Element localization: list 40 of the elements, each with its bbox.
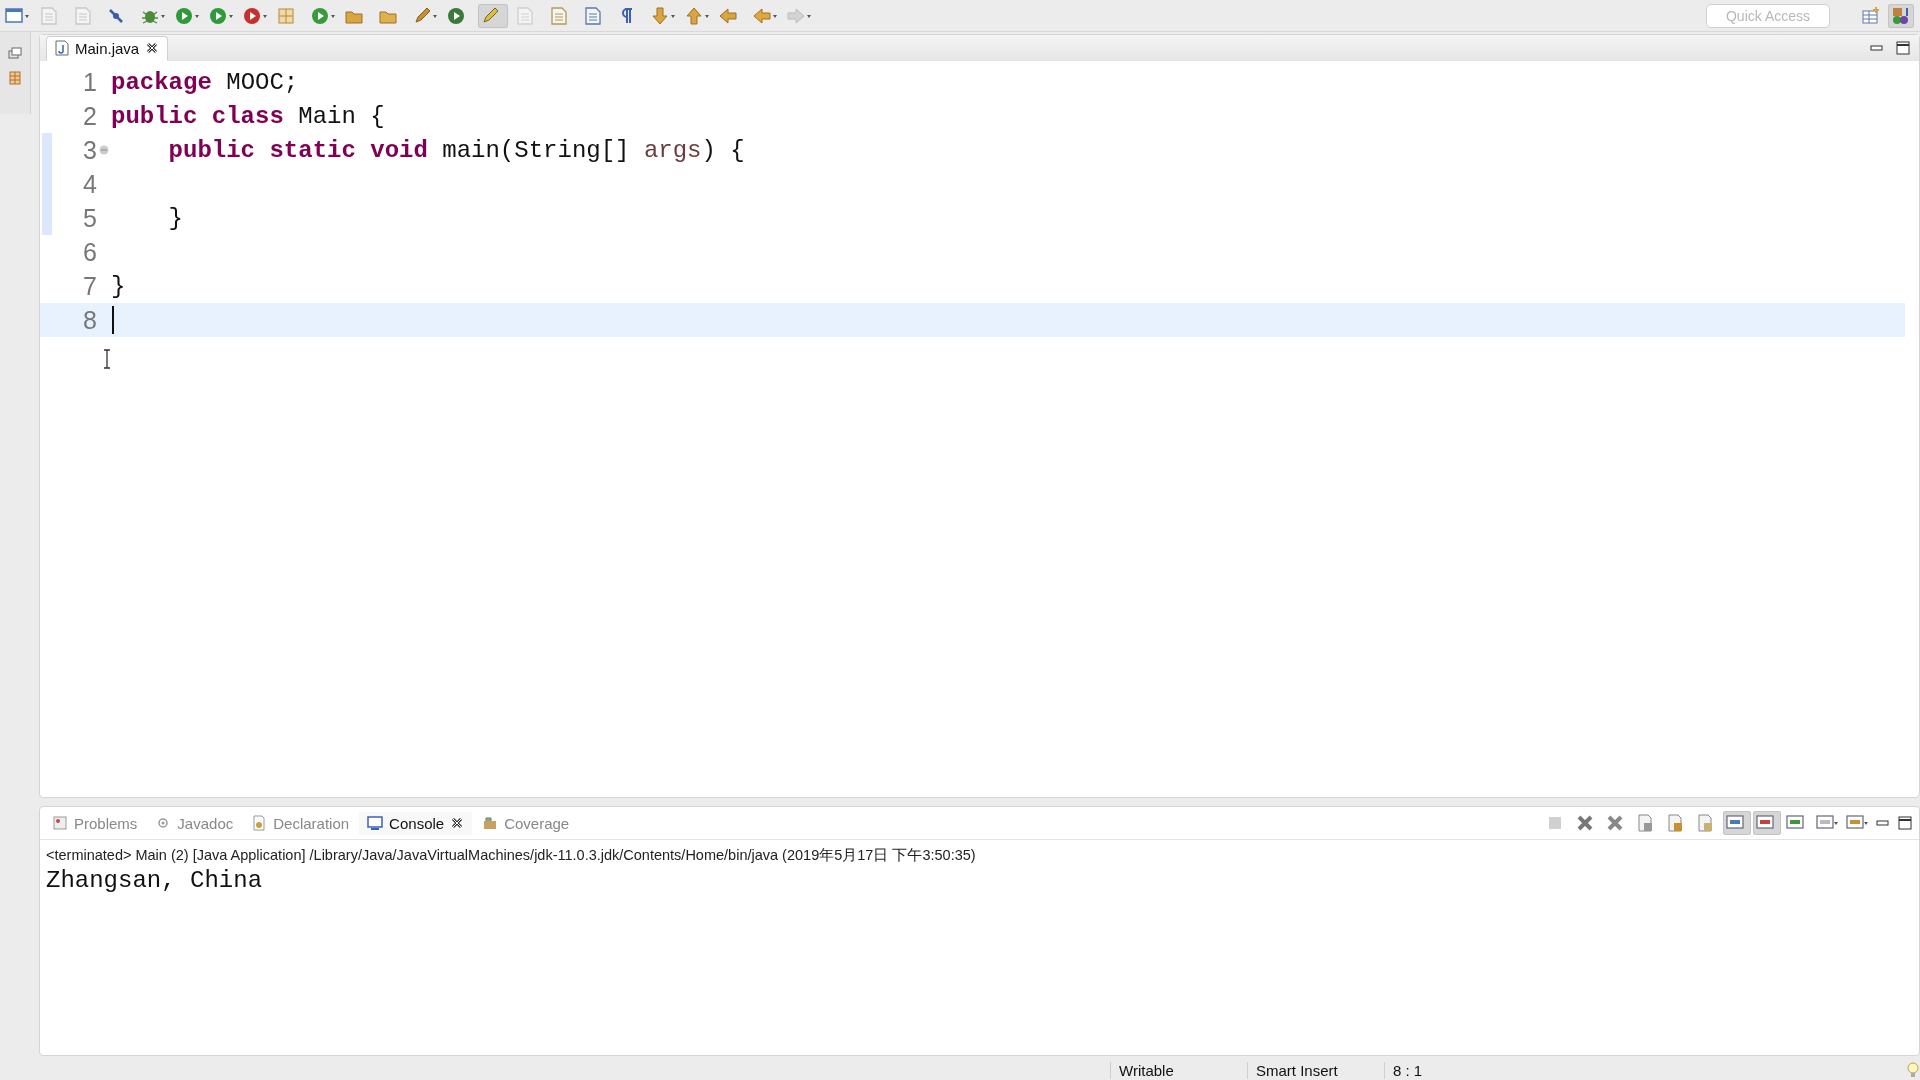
line-number: 4 [82, 169, 97, 199]
status-item: Writable [1110, 1061, 1247, 1079]
console-icon [367, 815, 384, 831]
problems-icon [52, 815, 68, 831]
line-number: 2 [82, 101, 97, 131]
console-output: Zhangsan, China [45, 866, 264, 896]
line-number: 8 [82, 305, 97, 335]
quick-access-field[interactable]: Quick Access [1706, 3, 1830, 28]
java-file-icon [55, 40, 69, 56]
view-tab[interactable]: Coverage [474, 811, 578, 835]
lightbulb-icon [1906, 1061, 1920, 1079]
view-tab[interactable]: Declaration [243, 811, 358, 835]
restore-icon[interactable] [5, 44, 25, 62]
view-tab[interactable]: Console [359, 811, 473, 835]
line-number: 6 [82, 237, 97, 267]
console-header: <terminated> Main (2) [Java Application] /Library/Java/JavaVirtualMachines/jdk-11.0.3.jdk/Contents/Home/bin/java (2019年5月17日 下午3:50:35) [45, 846, 977, 865]
code-line: } [111, 272, 126, 300]
text-cursor [112, 306, 114, 334]
code-line: public class Main { [111, 102, 385, 130]
i-beam-cursor-icon [102, 349, 112, 369]
status-item: 8 : 1 [1384, 1061, 1521, 1079]
close-icon[interactable] [145, 41, 160, 55]
line-number: 3 [82, 135, 97, 165]
fold-toggle-icon[interactable] [99, 145, 109, 155]
status-item: Smart Insert [1247, 1061, 1384, 1079]
code-line: } [167, 204, 183, 232]
monitor-icon[interactable] [1723, 811, 1751, 835]
line-number: 5 [82, 203, 97, 233]
code-line: public static void main(String[] args) { [167, 136, 745, 164]
editor-tab[interactable]: Main.java [46, 35, 169, 61]
maximize-icon[interactable] [1895, 813, 1915, 833]
line-number: 7 [82, 271, 97, 301]
monitor-icon[interactable] [1753, 811, 1781, 835]
view-tab[interactable]: Javadoc [147, 811, 242, 835]
highlighter-icon[interactable] [478, 3, 508, 28]
view-tab[interactable]: Problems [44, 811, 146, 835]
close-icon[interactable] [450, 816, 465, 830]
code-line: package MOOC; [111, 68, 299, 96]
line-number: 1 [82, 67, 97, 97]
maximize-icon[interactable] [1893, 38, 1913, 58]
